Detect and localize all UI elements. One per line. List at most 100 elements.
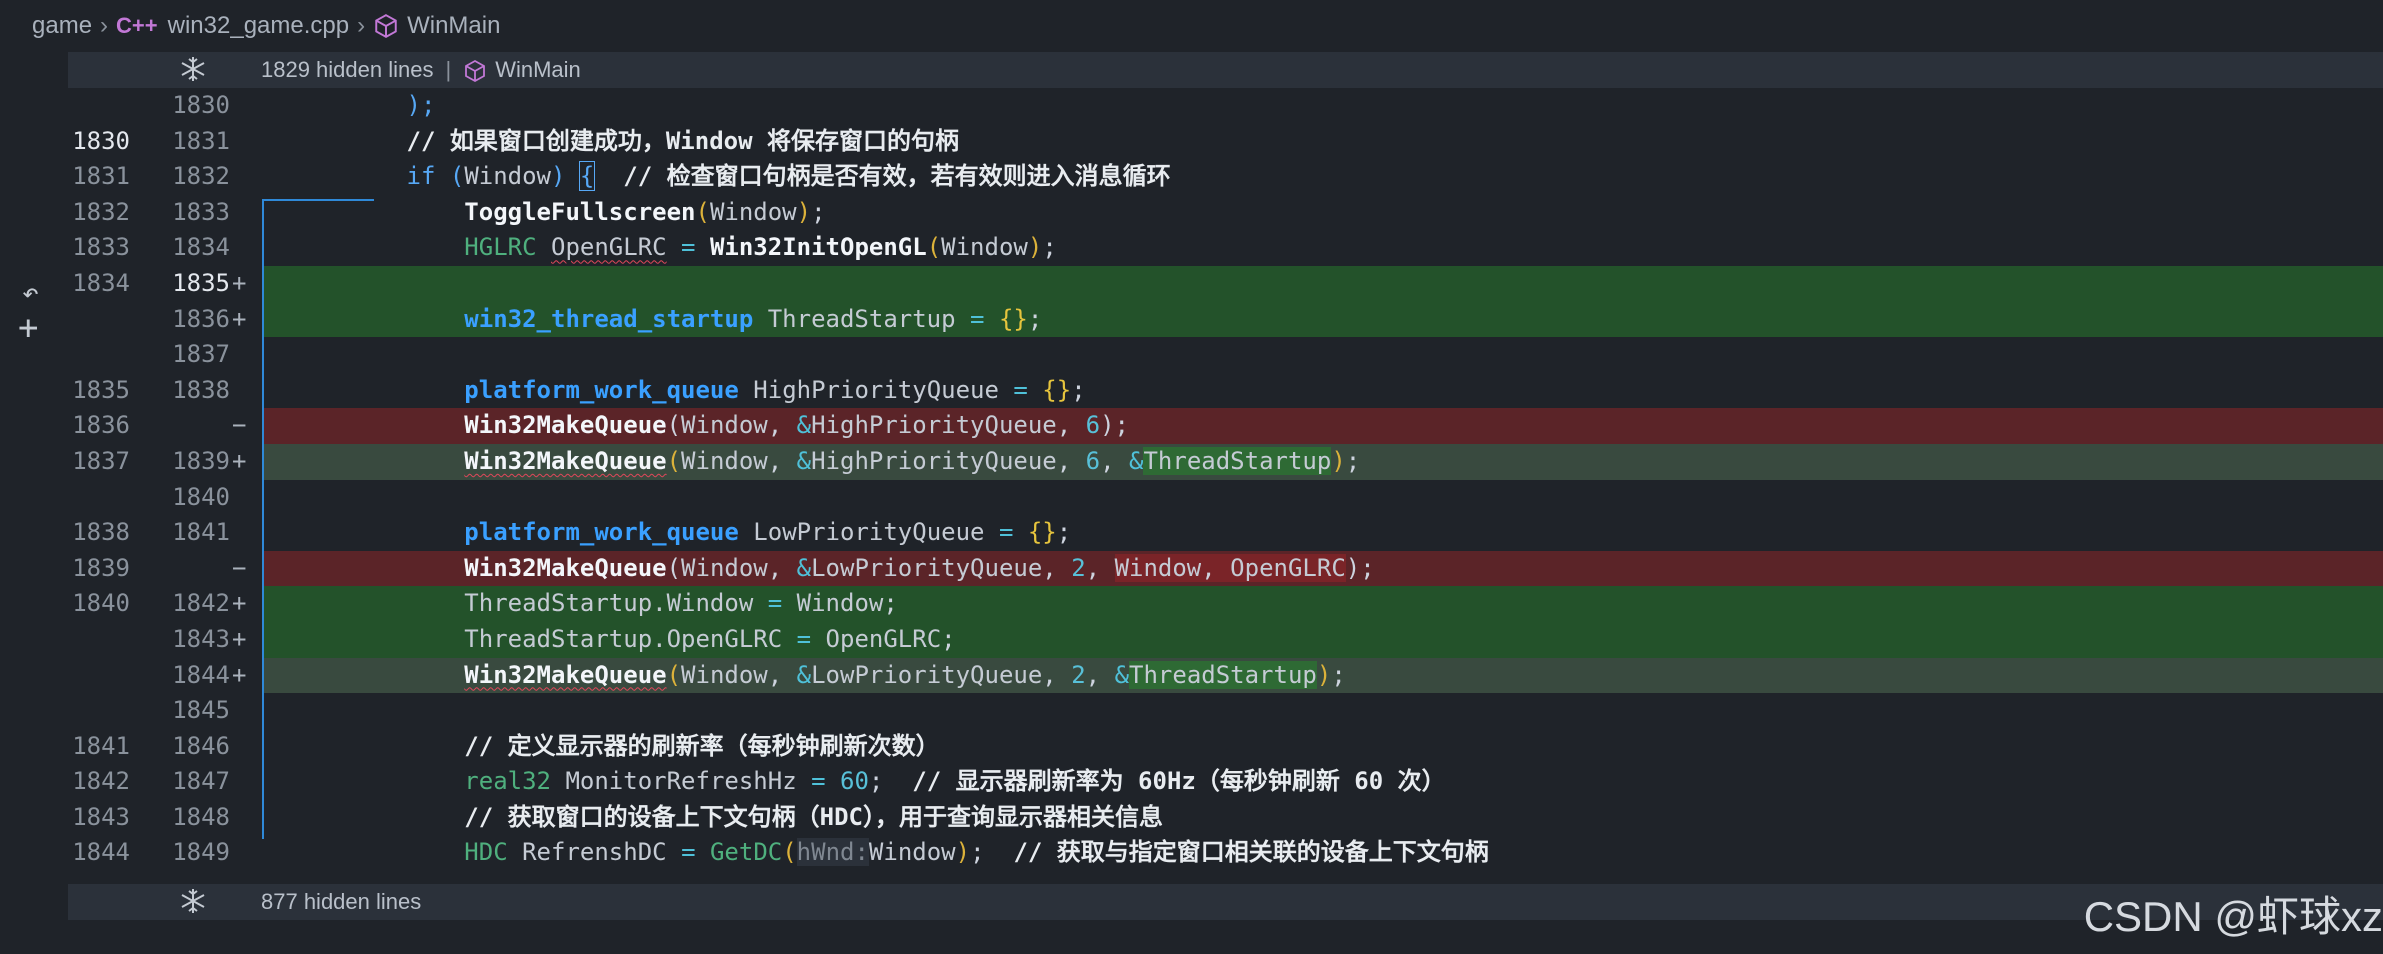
line-content: Win32MakeQueue(Window, &LowPriorityQueue… <box>262 550 2383 587</box>
diff-marker: + <box>232 446 247 475</box>
diff-line[interactable]: 1831 1832 if (Window) { // 检查窗口句柄是否有效，若有效… <box>0 159 2383 195</box>
code-var: Window <box>681 660 768 689</box>
code-token: ) <box>551 162 566 191</box>
code-comment: // 定义显示器的刷新率（每秒钟刷新次数） <box>464 731 940 760</box>
code-type: platform_work_queue <box>464 375 739 404</box>
code-var: OpenGLRC <box>551 233 667 262</box>
hidden-lines-symbol: WinMain <box>495 56 581 82</box>
diff-line[interactable]: 1843 1848 // 获取窗口的设备上下文句柄（HDC），用于查询显示器相关信… <box>0 800 2383 836</box>
code-token: ( <box>449 162 465 191</box>
line-content: Win32MakeQueue(Window, &HighPriorityQueu… <box>262 408 2383 444</box>
code-var: LowPriorityQueue <box>811 553 1043 582</box>
old-line-number: 1844 <box>72 838 130 867</box>
diff-line[interactable]: 1833 1834 HGLRC OpenGLRC = Win32InitOpenG… <box>0 230 2383 266</box>
diff-line[interactable]: 1836 − Win32MakeQueue(Window, &HighPriori… <box>0 408 2383 444</box>
code-token: ); <box>406 91 436 119</box>
revert-icon[interactable]: ↶ <box>22 276 39 309</box>
code-var: HighPriorityQueue <box>811 411 1057 440</box>
line-content: if (Window) { // 检查窗口句柄是否有效，若有效则进入消息循环 <box>262 159 2383 195</box>
watermark: CSDN @虾球xz <box>2083 893 2383 940</box>
code-function: Win32MakeQueue <box>464 660 667 689</box>
diff-line[interactable]: 1835 1838 platform_work_queue HighPriorit… <box>0 373 2383 409</box>
new-line-number: 1832 <box>172 162 230 191</box>
new-line-number: 1845 <box>172 696 230 725</box>
diff-line[interactable]: 1844 1849 HDC RefrenshDC = GetDC(hWnd:Win… <box>0 835 2383 871</box>
code-var: Window <box>709 197 797 226</box>
hidden-lines-top[interactable]: 1829 hidden lines | WinMain <box>68 52 2383 88</box>
breadcrumb-symbol[interactable]: WinMain <box>373 12 500 40</box>
code-comment: // 如果窗口创建成功，Window 将保存窗口的句柄 <box>406 126 960 155</box>
code-var: ThreadStartup <box>1143 446 1332 475</box>
old-line-number: 1834 <box>72 268 130 297</box>
diff-line[interactable]: 1834 1835 + <box>0 265 2383 302</box>
new-line-number: 1834 <box>172 233 230 262</box>
code-number: 2 <box>1071 660 1086 689</box>
code-var: Window <box>941 233 1028 262</box>
old-line-number: 1837 <box>72 446 130 475</box>
old-line-number: 1836 <box>72 411 130 440</box>
code-type: real32 <box>464 767 551 796</box>
diff-line[interactable]: 1838 1841 platform_work_queue LowPriority… <box>0 515 2383 551</box>
code-comment: // 显示器刷新率为 60Hz（每秒钟刷新 60 次） <box>912 767 1446 796</box>
code-var: ThreadStartup.Window <box>464 589 754 618</box>
breadcrumb-file[interactable]: C++ win32_game.cpp <box>116 12 349 40</box>
line-content: HGLRC OpenGLRC = Win32InitOpenGL(Window)… <box>464 233 1057 262</box>
diff-line[interactable]: 1839 − Win32MakeQueue(Window, &LowPriorit… <box>0 550 2383 587</box>
new-line-number: 1837 <box>172 340 230 369</box>
code-var: RefrenshDC <box>522 838 667 867</box>
diff-editor[interactable]: 1830 ); 1830 1831 // 如果窗口创建成功，Window 将保存窗口… <box>0 88 2383 871</box>
diff-line[interactable]: 1836 + win32_thread_startup ThreadStartup… <box>0 301 2383 338</box>
code-var: OpenGLRC <box>825 624 942 653</box>
code-var: Window <box>681 446 768 475</box>
code-number: 6 <box>1085 411 1101 440</box>
diff-line[interactable]: 1842 1847 real32 MonitorRefreshHz = 60; /… <box>0 764 2383 800</box>
diff-line[interactable]: 1840 <box>0 480 2383 516</box>
breadcrumb-symbol-label: WinMain <box>407 12 501 39</box>
code-var: HighPriorityQueue <box>811 446 1057 475</box>
diff-line[interactable]: 1830 ); <box>0 88 2383 124</box>
new-line-number: 1833 <box>172 197 230 226</box>
diff-line[interactable]: 1837 <box>0 337 2383 373</box>
code-var: Window <box>1114 553 1202 582</box>
hidden-lines-bottom[interactable]: 877 hidden lines <box>68 884 2383 920</box>
diff-line[interactable]: 1845 <box>0 693 2383 729</box>
line-content <box>262 693 2383 729</box>
code-number: 6 <box>1085 446 1101 475</box>
new-line-number: 1843 <box>172 624 230 653</box>
diff-line[interactable]: 1837 1839 + Win32MakeQueue(Window, &HighPr… <box>0 443 2383 480</box>
code-comment: // 获取窗口的设备上下文句柄（HDC），用于查询显示器相关信息 <box>464 802 1163 831</box>
change-bar <box>262 199 264 839</box>
code-function: GetDC <box>709 838 783 867</box>
line-content: // 如果窗口创建成功，Window 将保存窗口的句柄 <box>262 124 2383 160</box>
unfold-icon[interactable] <box>178 886 208 916</box>
unfold-icon[interactable] <box>178 54 208 84</box>
line-content <box>262 480 2383 516</box>
old-line-number: 1839 <box>72 553 130 582</box>
new-line-number: 1842 <box>172 589 230 618</box>
diff-marker: − <box>232 411 247 440</box>
diff-line[interactable]: 1841 1846 // 定义显示器的刷新率（每秒钟刷新次数） <box>0 729 2383 765</box>
line-content: ToggleFullscreen(Window); <box>464 197 826 226</box>
new-line-number: 1844 <box>172 660 230 689</box>
diff-line[interactable]: 1840 1842 + ThreadStartup.Window = Window; <box>0 586 2383 622</box>
diff-line[interactable]: 1843 + ThreadStartup.OpenGLRC = OpenGLRC; <box>0 621 2383 658</box>
line-content: Win32MakeQueue(Window, &HighPriorityQueu… <box>262 443 2383 480</box>
diff-line[interactable]: 1830 1831 // 如果窗口创建成功，Window 将保存窗口的句柄 <box>0 124 2383 160</box>
code-number: 60 <box>840 767 869 796</box>
code-comment: // 获取与指定窗口相关联的设备上下文句柄 <box>1013 838 1489 867</box>
breadcrumb-folder[interactable]: game <box>32 12 92 40</box>
chevron-right-icon: › <box>100 12 109 39</box>
diff-marker: + <box>232 660 247 689</box>
code-var: LowPriorityQueue <box>753 518 985 547</box>
diff-line[interactable]: 1844 + Win32MakeQueue(Window, &LowPriorit… <box>0 657 2383 694</box>
old-line-number: 1830 <box>72 126 130 155</box>
old-line-number: 1831 <box>72 162 130 191</box>
new-line-number: 1848 <box>172 802 230 831</box>
old-line-number: 1838 <box>72 518 130 547</box>
new-line-number: 1835 <box>172 268 230 297</box>
add-icon[interactable]: + <box>18 308 38 348</box>
old-line-number: 1842 <box>72 767 130 796</box>
diff-marker: + <box>232 268 247 297</box>
code-var: Window <box>796 589 884 618</box>
code-var: ThreadStartup <box>1129 660 1317 689</box>
